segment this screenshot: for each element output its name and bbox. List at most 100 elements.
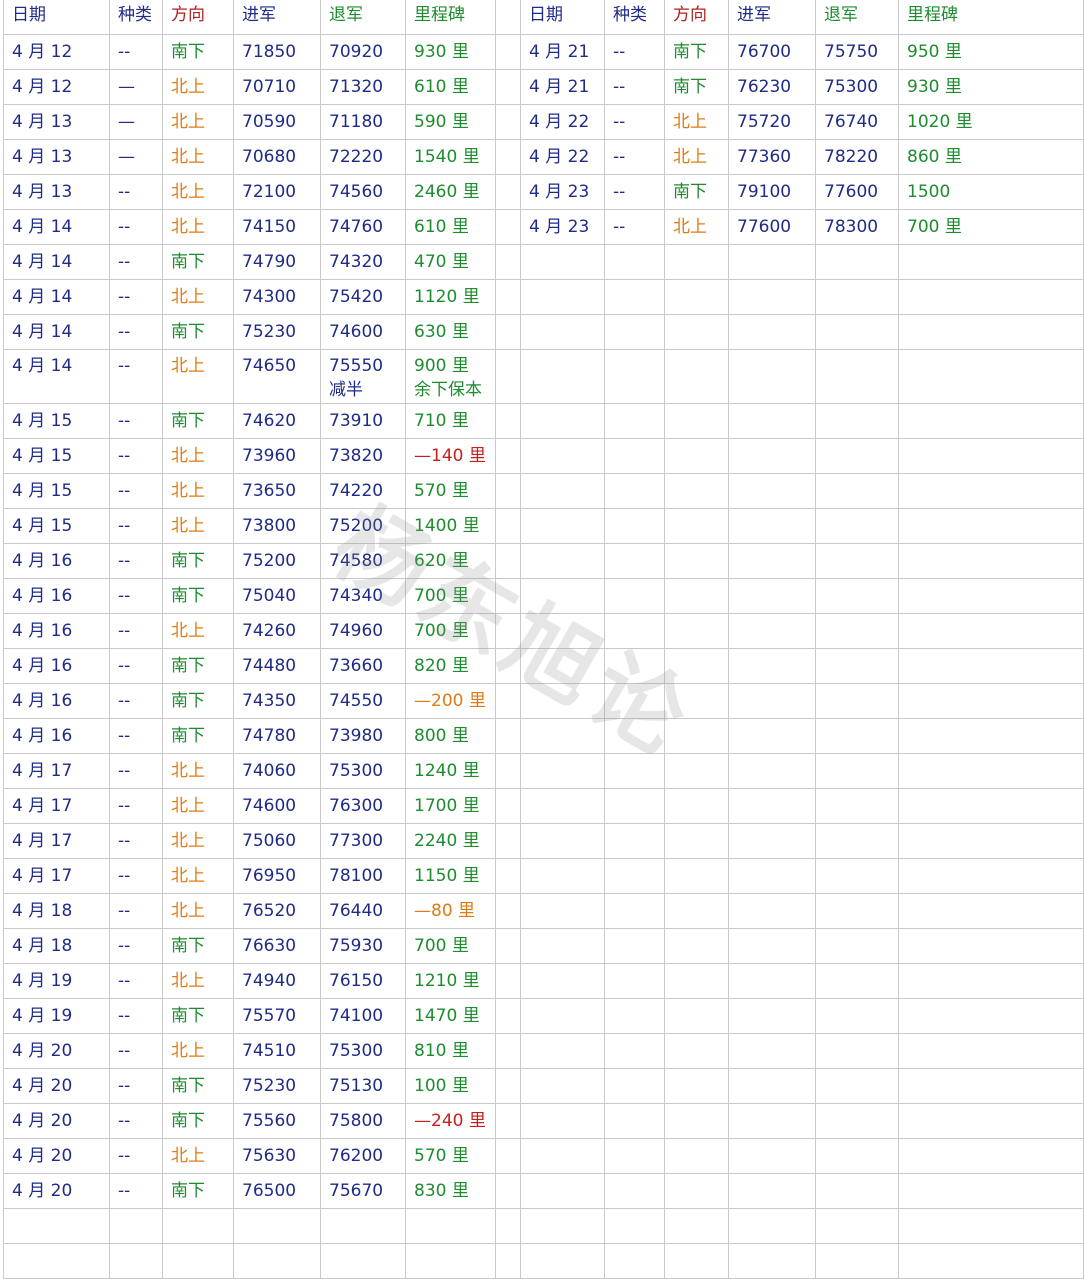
- left-milestone-cell: 1120 里: [405, 279, 496, 315]
- right-type-cell: [604, 963, 665, 999]
- left-date-cell: 4 月 20: [3, 1138, 110, 1174]
- left-direction-cell: 南下: [162, 543, 234, 579]
- right-date-cell: [520, 928, 605, 964]
- right-date-cell: 4 月 22: [520, 139, 605, 175]
- right-milestone-cell: [898, 1138, 1084, 1174]
- left-entry-cell: 73960: [233, 438, 321, 474]
- left-type-cell: --: [109, 648, 163, 684]
- table-row: 4 月 12 -- 南下 71850 70920 930 里4 月 21 -- 南下 76700…: [3, 34, 1084, 70]
- right-exit-cell: [815, 893, 899, 929]
- table-row: 4 月 15 -- 南下 74620 73910 710 里: [3, 403, 1084, 439]
- right-type-cell: [604, 998, 665, 1034]
- left-exit-cell: 73980: [320, 718, 406, 754]
- right-exit-cell: [815, 683, 899, 719]
- left-entry-cell: 73800: [233, 508, 321, 544]
- left-date-cell: 4 月 13: [3, 139, 110, 175]
- left-type-cell: --: [109, 928, 163, 964]
- right-date-cell: 4 月 22: [520, 104, 605, 140]
- left-exit-cell: 75300: [320, 753, 406, 789]
- right-entry-cell: 77360: [728, 139, 816, 175]
- left-type-cell: --: [109, 788, 163, 824]
- spacer-cell: [495, 543, 521, 579]
- right-type-cell: --: [604, 104, 665, 140]
- right-direction-cell: [664, 648, 729, 684]
- right-entry-cell: [728, 1068, 816, 1104]
- left-type-cell: —: [109, 69, 163, 105]
- right-milestone-cell: [898, 1173, 1084, 1209]
- right-type-cell: --: [604, 209, 665, 245]
- table-row: 4 月 20 -- 南下 75560 75800 —240 里: [3, 1103, 1084, 1139]
- right-date-cell: [520, 648, 605, 684]
- spacer-cell: [495, 893, 521, 929]
- right-entry-cell: [728, 314, 816, 350]
- right-direction-cell: [664, 508, 729, 544]
- left-type-cell: --: [109, 1068, 163, 1104]
- table-row: 4 月 17 -- 北上 75060 77300 2240 里: [3, 823, 1084, 859]
- left-date-cell: 4 月 13: [3, 104, 110, 140]
- right-date-cell: [520, 244, 605, 280]
- right-direction-cell: [664, 613, 729, 649]
- table-row: 4 月 17 -- 北上 74600 76300 1700 里: [3, 788, 1084, 824]
- right-exit-cell: [815, 578, 899, 614]
- right-milestone-cell: 1020 里: [898, 104, 1084, 140]
- left-entry-cell: 72100: [233, 174, 321, 210]
- left-type-cell: --: [109, 823, 163, 859]
- right-direction-cell: [664, 753, 729, 789]
- right-date-cell: [520, 963, 605, 999]
- right-exit-cell: 76740: [815, 104, 899, 140]
- left-direction-cell: 南下: [162, 683, 234, 719]
- left-exit-cell: 76200: [320, 1138, 406, 1174]
- right-direction-cell: [664, 244, 729, 280]
- left-milestone-cell: 470 里: [405, 244, 496, 280]
- left-milestone-cell: 570 里: [405, 1138, 496, 1174]
- left-type-cell: --: [109, 1103, 163, 1139]
- left-type-cell: --: [109, 613, 163, 649]
- left-milestone-cell: 700 里: [405, 578, 496, 614]
- right-exit-cell: [815, 753, 899, 789]
- right-exit-cell: 77600: [815, 174, 899, 210]
- right-entry-cell: [728, 438, 816, 474]
- spacer-cell: [495, 473, 521, 509]
- right-date-cell: [520, 1243, 605, 1279]
- spacer-cell: [495, 928, 521, 964]
- right-type-cell: [604, 648, 665, 684]
- left-milestone-cell: —80 里: [405, 893, 496, 929]
- table-row: 4 月 18 -- 北上 76520 76440 —80 里: [3, 893, 1084, 929]
- left-direction-cell: 北上: [162, 438, 234, 474]
- left-exit-cell: 74580: [320, 543, 406, 579]
- spacer-cell: [495, 34, 521, 70]
- right-exit-cell: 78300: [815, 209, 899, 245]
- left-exit-cell-line: 75550: [329, 356, 384, 376]
- right-type-cell: [604, 683, 665, 719]
- right-date-cell: [520, 788, 605, 824]
- spacer-cell: [495, 1103, 521, 1139]
- right-type-cell: [604, 1033, 665, 1069]
- left-direction-cell: [162, 1243, 234, 1279]
- left-direction-cell: 北上: [162, 473, 234, 509]
- left-direction-cell: 南下: [162, 578, 234, 614]
- column-header-left-direction: 方向: [162, 0, 234, 35]
- left-entry-cell: 71850: [233, 34, 321, 70]
- column-header-left-date: 日期: [3, 0, 110, 35]
- left-date-cell: 4 月 15: [3, 403, 110, 439]
- right-type-cell: [604, 508, 665, 544]
- right-direction-cell: [664, 1068, 729, 1104]
- left-milestone-cell: —140 里: [405, 438, 496, 474]
- right-milestone-cell: 860 里: [898, 139, 1084, 175]
- left-entry-cell: 76950: [233, 858, 321, 894]
- right-type-cell: [604, 928, 665, 964]
- right-type-cell: [604, 1068, 665, 1104]
- left-exit-cell: 71180: [320, 104, 406, 140]
- left-date-cell: 4 月 14: [3, 209, 110, 245]
- table-row: 4 月 17 -- 北上 76950 78100 1150 里: [3, 858, 1084, 894]
- left-entry-cell: 74300: [233, 279, 321, 315]
- left-milestone-cell: 1400 里: [405, 508, 496, 544]
- right-direction-cell: [664, 718, 729, 754]
- left-type-cell: --: [109, 244, 163, 280]
- right-milestone-cell: [898, 403, 1084, 439]
- spacer-cell: [495, 69, 521, 105]
- right-entry-cell: [728, 823, 816, 859]
- right-entry-cell: [728, 244, 816, 280]
- right-direction-cell: [664, 1173, 729, 1209]
- right-exit-cell: [815, 613, 899, 649]
